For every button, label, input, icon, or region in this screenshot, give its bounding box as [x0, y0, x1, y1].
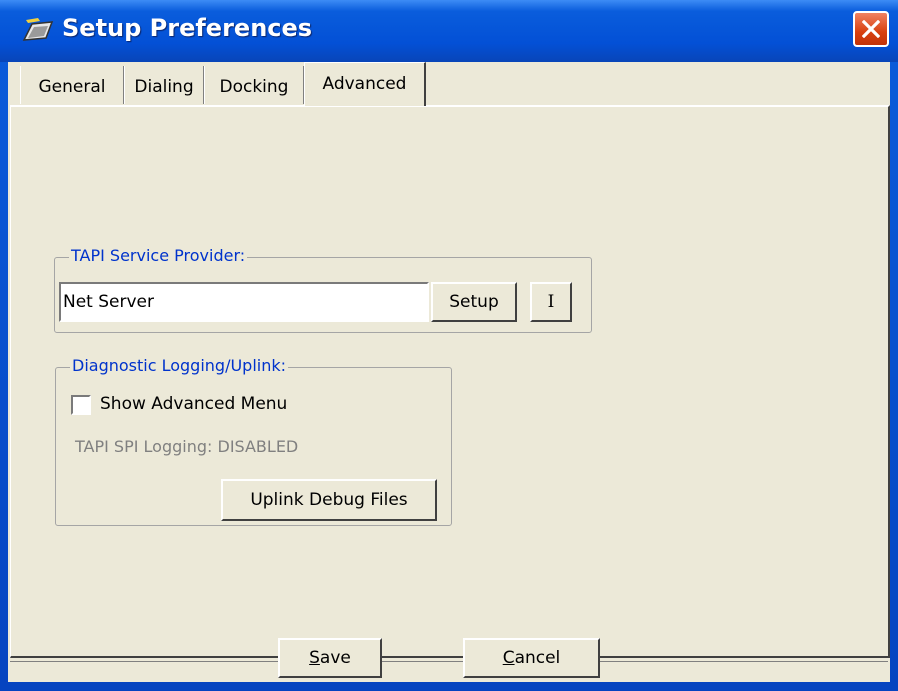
tapi-group-legend: TAPI Service Provider: — [69, 246, 248, 265]
save-label-rest: ave — [319, 648, 351, 668]
cancel-button[interactable]: Cancel — [463, 638, 600, 678]
footer-divider — [10, 661, 888, 662]
tab-advanced-label: Advanced — [322, 74, 407, 94]
tapi-provider-field[interactable] — [59, 282, 429, 322]
tab-docking-label: Docking — [219, 77, 289, 97]
tab-advanced[interactable]: Advanced — [304, 62, 426, 106]
close-icon — [862, 20, 880, 38]
title-bar[interactable]: Setup Preferences — [0, 0, 898, 62]
tab-dialing-label: Dialing — [134, 77, 194, 97]
app-phone-icon — [22, 18, 54, 41]
show-advanced-menu-checkbox[interactable] — [71, 395, 91, 415]
diagnostic-group-legend: Diagnostic Logging/Uplink: — [70, 356, 289, 375]
tab-general[interactable]: General — [20, 66, 124, 104]
tab-docking[interactable]: Docking — [204, 66, 304, 104]
cancel-label-rest: ancel — [514, 648, 561, 668]
tab-dialing[interactable]: Dialing — [124, 66, 204, 104]
close-button[interactable] — [853, 11, 889, 47]
cancel-mnemonic: C — [502, 648, 515, 668]
uplink-debug-files-button[interactable]: Uplink Debug Files — [221, 479, 437, 521]
advanced-tab-panel: TAPI Service Provider: Setup I Diagnosti… — [10, 105, 890, 658]
tab-general-label: General — [38, 77, 106, 97]
window-title: Setup Preferences — [62, 14, 313, 42]
setup-preferences-window: Setup Preferences General Dialing Dockin… — [0, 0, 898, 691]
setup-button[interactable]: Setup — [431, 282, 517, 322]
spi-logging-status: TAPI SPI Logging: DISABLED — [75, 437, 299, 456]
info-button[interactable]: I — [530, 282, 572, 322]
show-advanced-menu-label[interactable]: Show Advanced Menu — [100, 394, 287, 414]
diagnostic-logging-group: Diagnostic Logging/Uplink: Show Advanced… — [55, 356, 452, 526]
tapi-service-provider-group: TAPI Service Provider: Setup I — [54, 246, 592, 333]
dialog-client-area: General Dialing Docking Advanced TAPI Se… — [8, 62, 890, 682]
save-mnemonic: S — [309, 648, 320, 668]
save-button[interactable]: Save — [278, 638, 382, 678]
